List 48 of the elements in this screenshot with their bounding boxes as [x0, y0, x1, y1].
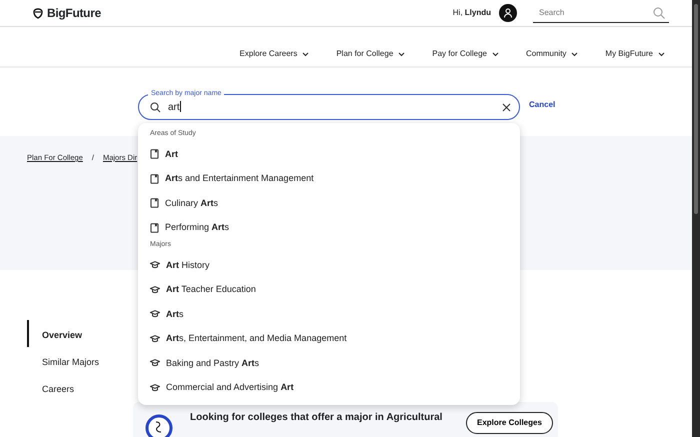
search-icon [150, 102, 161, 112]
side-nav-item[interactable]: Similar Majors [27, 347, 100, 374]
graduation-cap-icon [150, 310, 160, 318]
explore-colleges-button[interactable]: Explore Colleges [466, 412, 553, 434]
clear-icon[interactable] [502, 102, 511, 112]
book-icon [150, 222, 159, 233]
nav-menu-item[interactable]: My BigFuture [605, 48, 665, 60]
suggestion-item[interactable]: Arts [150, 302, 508, 326]
suggestion-item[interactable]: Baking and Pastry Arts [150, 351, 508, 376]
field-value: art [168, 102, 180, 112]
cancel-link[interactable]: Cancel [529, 98, 556, 110]
chevron-icon [658, 52, 665, 56]
book-icon [150, 198, 159, 208]
suggestion-item[interactable]: Art History [150, 253, 508, 278]
suggestion-item[interactable]: Arts and Entertainment Management [150, 166, 508, 191]
side-nav-item[interactable]: Careers [27, 374, 100, 401]
suggestion-item[interactable]: Arts, Entertainment, and Media Management [150, 326, 508, 351]
side-nav-item[interactable]: Overview [27, 320, 100, 347]
graduation-cap-icon [150, 334, 160, 343]
suggestion-item[interactable]: Art [150, 142, 508, 166]
chevron-icon [398, 52, 406, 56]
chevron-icon [492, 52, 499, 56]
text-cursor [180, 100, 181, 112]
person-icon [503, 8, 513, 18]
suggestion-item[interactable]: Commercial and Advertising Art [150, 376, 508, 400]
logo[interactable]: BigFuture [47, 4, 101, 22]
graduation-cap-icon [150, 286, 160, 294]
graduation-cap-icon [150, 261, 160, 270]
nav-menu-item[interactable]: Pay for College [432, 48, 499, 60]
graduation-cap-icon [150, 384, 160, 392]
chevron-icon [571, 52, 578, 56]
book-icon [150, 174, 159, 184]
search-field[interactable]: Search [533, 3, 669, 23]
promo-text: Looking for colleges that offer a major in Agricultural [190, 411, 444, 425]
graduation-cap-icon [150, 359, 160, 368]
nav-menu-item[interactable]: Explore Careers [240, 48, 310, 60]
avatar-button[interactable] [499, 4, 517, 22]
search-icon[interactable] [653, 7, 665, 19]
nav-menu-item[interactable]: Plan for College [336, 48, 406, 60]
acorn-logo-icon [33, 8, 43, 18]
suggestion-item[interactable]: Art Teacher Education [150, 278, 508, 302]
nav-menu-item[interactable]: Community [526, 48, 578, 60]
suggestion-item[interactable]: Culinary Arts [150, 191, 508, 216]
scrollbar-thumb[interactable] [694, 4, 698, 214]
book-icon [150, 149, 159, 160]
suggestion-item[interactable]: Performing Arts [150, 216, 508, 240]
chevron-icon [302, 52, 310, 56]
user-greeting: Hi, Llyndu [452, 7, 491, 19]
